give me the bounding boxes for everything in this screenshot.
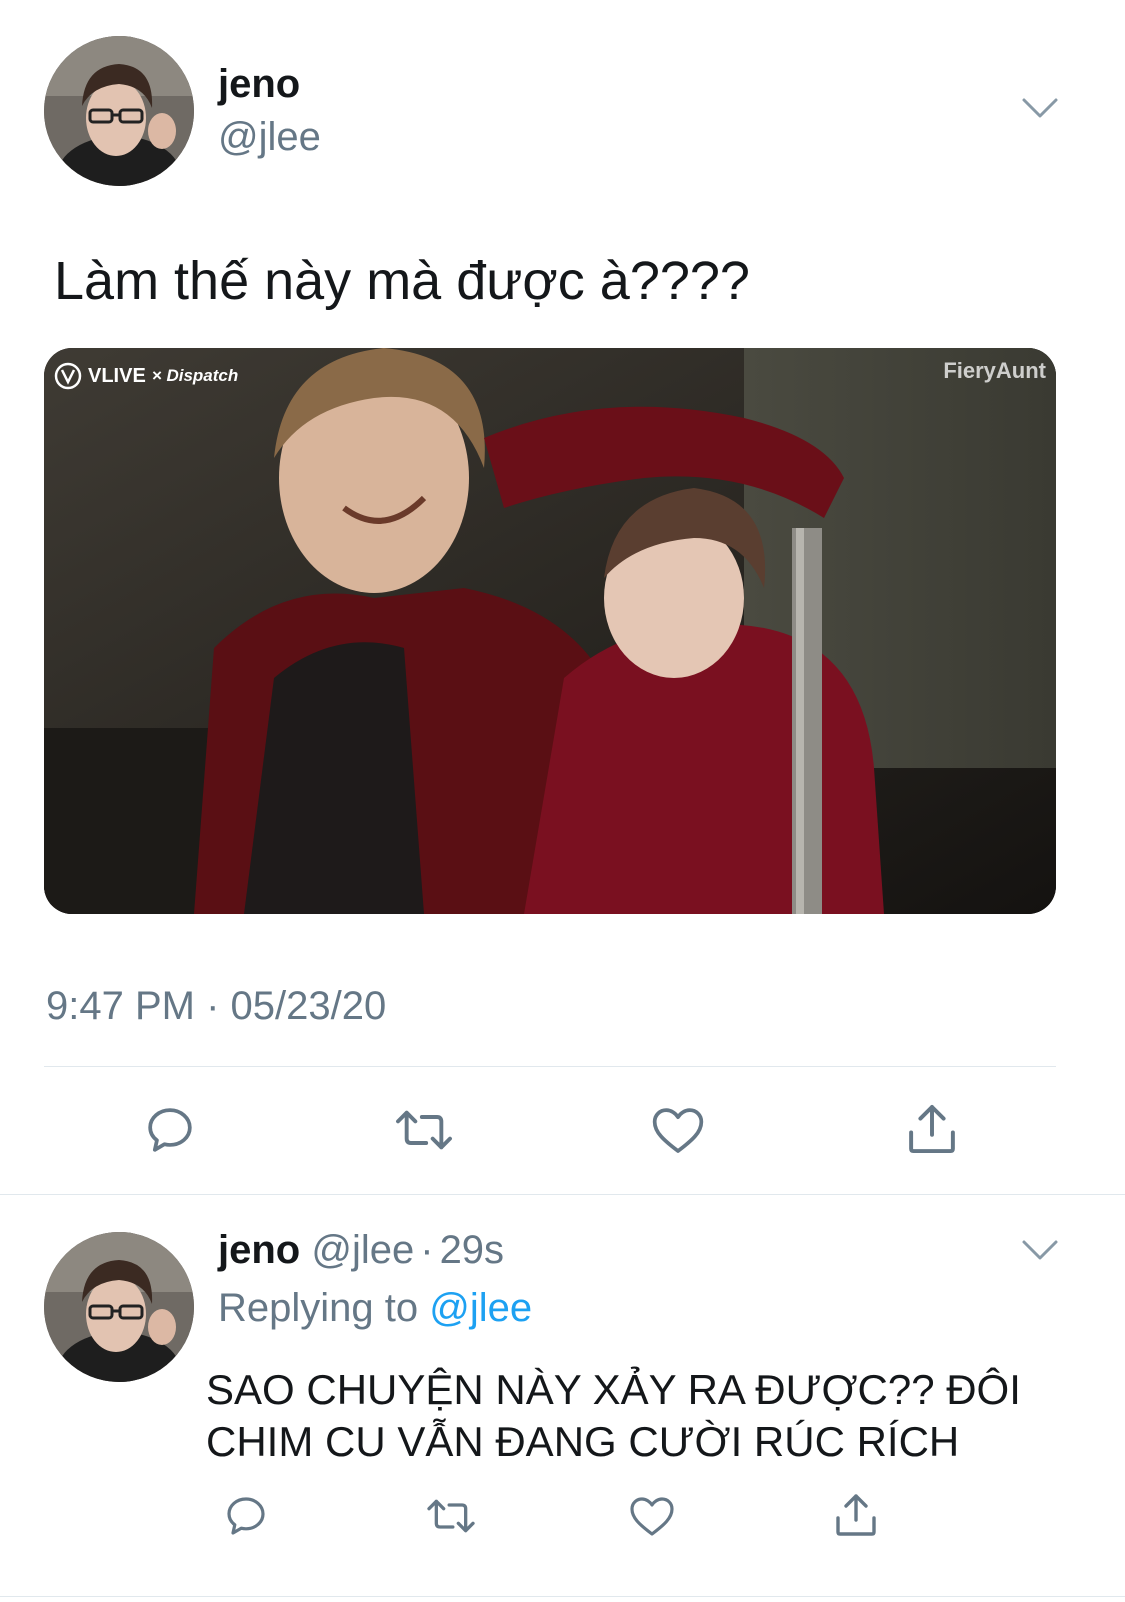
replying-to-handle[interactable]: @jlee [429,1286,532,1330]
reply-retweet-button[interactable] [424,1494,478,1538]
reply-menu-button[interactable] [1020,1238,1060,1262]
tweet-media[interactable]: VLIVE × Dispatch FieryAunt [44,348,1056,914]
reply-button[interactable] [142,1102,198,1158]
reply-separator: · [420,1228,434,1272]
avatar-image [44,1232,194,1382]
chevron-down-icon [1022,98,1058,118]
reply-like-button[interactable] [628,1494,676,1538]
share-button[interactable] [904,1100,960,1158]
replying-to: Replying to @jlee [218,1286,532,1331]
timestamp-divider [44,1066,1056,1067]
vlive-logo-icon [54,362,82,390]
reply-icon [148,1108,192,1152]
author-avatar[interactable] [44,36,194,186]
reply-author-avatar[interactable] [44,1232,194,1382]
reply-text-line-2: CHIM CU VẪN ĐANG CƯỜI RÚC RÍCH [206,1418,960,1465]
replying-to-label: Replying to [218,1286,419,1330]
chevron-down-icon [1022,1240,1058,1260]
heart-icon [652,1108,704,1153]
tweet-menu-button[interactable] [1020,96,1060,120]
retweet-icon [396,1110,452,1150]
author-display-name[interactable]: jeno [218,62,300,107]
share-icon [836,1494,876,1536]
avatar-image [44,36,194,186]
heart-icon [630,1497,674,1536]
retweet-icon [427,1499,475,1533]
media-photo [44,348,1056,914]
watermark-dispatch: × Dispatch [151,366,239,385]
tweet-timestamp[interactable]: 9:47 PM · 05/23/20 [46,984,386,1029]
retweet-button[interactable] [392,1104,456,1156]
reply-icon [227,1497,265,1535]
reply-text-line-1: SAO CHUYỆN NÀY XẢY RA ĐƯỢC?? ĐÔI [206,1366,1021,1413]
author-handle[interactable]: @jlee [218,115,321,160]
like-button[interactable] [650,1104,706,1156]
reply-text: SAO CHUYỆN NÀY XẢY RA ĐƯỢC?? ĐÔI CHIM CU… [206,1364,1021,1468]
tweet-text: Làm thế này mà được à???? [54,251,750,311]
reply-share-button[interactable] [832,1490,880,1540]
reply-reply-button[interactable] [222,1492,270,1540]
thread-divider [0,1194,1125,1195]
watermark-right: FieryAunt [943,358,1046,383]
share-icon [909,1104,955,1154]
reply-header: jeno @jlee · 29s [218,1228,504,1273]
watermark-vlive: VLIVE [88,364,146,387]
reply-time[interactable]: 29s [440,1228,505,1272]
watermark-left: VLIVE × Dispatch [54,362,238,390]
reply-display-name[interactable]: jeno [218,1228,300,1272]
reply-handle[interactable]: @jlee [311,1228,414,1272]
bottom-divider [0,1596,1125,1597]
